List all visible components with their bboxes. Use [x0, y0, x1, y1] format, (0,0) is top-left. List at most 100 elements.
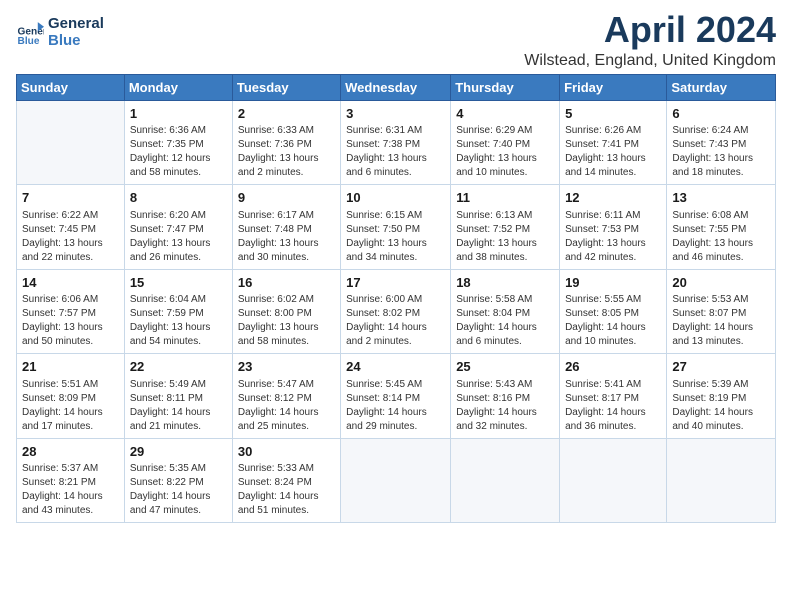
weekday-header-thursday: Thursday	[451, 74, 560, 100]
day-number: 4	[456, 105, 554, 123]
weekday-header-wednesday: Wednesday	[341, 74, 451, 100]
page: General Blue General Blue April 2024 Wil…	[0, 0, 792, 612]
day-number: 12	[565, 189, 661, 207]
calendar-cell	[17, 100, 125, 185]
calendar-cell: 23 Sunrise: 5:47 AMSunset: 8:12 PMDayligh…	[232, 354, 340, 439]
day-info: Sunrise: 6:08 AMSunset: 7:55 PMDaylight:…	[672, 209, 770, 265]
day-number: 20	[672, 274, 770, 292]
weekday-header-row: SundayMondayTuesdayWednesdayThursdayFrid…	[17, 74, 776, 100]
day-number: 13	[672, 189, 770, 207]
day-info: Sunrise: 5:37 AMSunset: 8:21 PMDaylight:…	[22, 462, 119, 518]
calendar-cell: 24Sunrise: 5:45 AMSunset: 8:14 PMDayligh…	[341, 354, 451, 439]
calendar-cell: 6Sunrise: 6:24 AMSunset: 7:43 PMDaylight…	[667, 100, 776, 185]
day-number: 6	[672, 105, 770, 123]
calendar-cell: 17Sunrise: 6:00 AMSunset: 8:02 PMDayligh…	[341, 269, 451, 354]
day-info: Sunrise: 5:51 AMSunset: 8:09 PMDaylight:…	[22, 378, 119, 434]
calendar-cell: 1Sunrise: 6:36 AMSunset: 7:35 PMDaylight…	[124, 100, 232, 185]
calendar-cell: 8Sunrise: 6:20 AMSunset: 7:47 PMDaylight…	[124, 185, 232, 270]
calendar-cell: 12 Sunrise: 6:11 AMSunset: 7:53 PMDayligh…	[560, 185, 667, 270]
day-info: Sunrise: 6:04 AMSunset: 7:59 PMDaylight:…	[130, 293, 227, 349]
day-info: Sunrise: 5:43 AMSunset: 8:16 PMDaylight:…	[456, 378, 554, 434]
day-number: 27	[672, 358, 770, 376]
day-number: 28	[22, 443, 119, 461]
location: Wilstead, England, United Kingdom	[524, 52, 776, 70]
day-number: 16	[238, 274, 335, 292]
week-row-1: 1Sunrise: 6:36 AMSunset: 7:35 PMDaylight…	[17, 100, 776, 185]
header: General Blue General Blue April 2024 Wil…	[16, 10, 776, 70]
day-number: 22	[130, 358, 227, 376]
svg-text:Blue: Blue	[18, 35, 40, 46]
day-info: Sunrise: 6:00 AMSunset: 8:02 PMDaylight:…	[346, 293, 445, 349]
day-info: Sunrise: 5:53 AMSunset: 8:07 PMDaylight:…	[672, 293, 770, 349]
calendar-cell: 11 Sunrise: 6:13 AMSunset: 7:52 PMDayligh…	[451, 185, 560, 270]
title-block: April 2024 Wilstead, England, United Kin…	[524, 10, 776, 70]
calendar-cell: 9Sunrise: 6:17 AMSunset: 7:48 PMDaylight…	[232, 185, 340, 270]
calendar-cell: 28Sunrise: 5:37 AMSunset: 8:21 PMDayligh…	[17, 438, 125, 523]
day-number: 1	[130, 105, 227, 123]
calendar-cell: 13 Sunrise: 6:08 AMSunset: 7:55 PMDayligh…	[667, 185, 776, 270]
calendar-cell: 14Sunrise: 6:06 AMSunset: 7:57 PMDayligh…	[17, 269, 125, 354]
calendar-cell: 3Sunrise: 6:31 AMSunset: 7:38 PMDaylight…	[341, 100, 451, 185]
day-info: Sunrise: 5:58 AMSunset: 8:04 PMDaylight:…	[456, 293, 554, 349]
day-number: 11	[456, 189, 554, 207]
day-info: Sunrise: 5:45 AMSunset: 8:14 PMDaylight:…	[346, 378, 445, 434]
day-info: Sunrise: 6:29 AMSunset: 7:40 PMDaylight:…	[456, 124, 554, 180]
weekday-header-monday: Monday	[124, 74, 232, 100]
day-info: Sunrise: 6:11 AMSunset: 7:53 PMDaylight:…	[565, 209, 661, 265]
day-info: Sunrise: 6:24 AMSunset: 7:43 PMDaylight:…	[672, 124, 770, 180]
day-info: Sunrise: 5:39 AMSunset: 8:19 PMDaylight:…	[672, 378, 770, 434]
calendar-cell: 2Sunrise: 6:33 AMSunset: 7:36 PMDaylight…	[232, 100, 340, 185]
day-info: Sunrise: 5:55 AMSunset: 8:05 PMDaylight:…	[565, 293, 661, 349]
week-row-3: 14Sunrise: 6:06 AMSunset: 7:57 PMDayligh…	[17, 269, 776, 354]
calendar-cell: 7Sunrise: 6:22 AMSunset: 7:45 PMDaylight…	[17, 185, 125, 270]
day-number: 2	[238, 105, 335, 123]
day-number: 18	[456, 274, 554, 292]
day-info: Sunrise: 6:02 AMSunset: 8:00 PMDaylight:…	[238, 293, 335, 349]
day-number: 14	[22, 274, 119, 292]
calendar-cell: 10 Sunrise: 6:15 AMSunset: 7:50 PMDayligh…	[341, 185, 451, 270]
day-number: 23	[238, 358, 335, 376]
calendar-cell: 27 Sunrise: 5:39 AMSunset: 8:19 PMDayligh…	[667, 354, 776, 439]
day-info: Sunrise: 6:33 AMSunset: 7:36 PMDaylight:…	[238, 124, 335, 180]
weekday-header-friday: Friday	[560, 74, 667, 100]
calendar-cell	[341, 438, 451, 523]
calendar-cell: 21Sunrise: 5:51 AMSunset: 8:09 PMDayligh…	[17, 354, 125, 439]
week-row-5: 28Sunrise: 5:37 AMSunset: 8:21 PMDayligh…	[17, 438, 776, 523]
calendar-cell: 16Sunrise: 6:02 AMSunset: 8:00 PMDayligh…	[232, 269, 340, 354]
day-number: 10	[346, 189, 445, 207]
calendar-cell: 20Sunrise: 5:53 AMSunset: 8:07 PMDayligh…	[667, 269, 776, 354]
calendar-cell: 30Sunrise: 5:33 AMSunset: 8:24 PMDayligh…	[232, 438, 340, 523]
day-number: 3	[346, 105, 445, 123]
logo-icon: General Blue	[16, 19, 44, 47]
calendar-cell	[667, 438, 776, 523]
day-number: 17	[346, 274, 445, 292]
day-number: 19	[565, 274, 661, 292]
calendar-cell: 22 Sunrise: 5:49 AMSunset: 8:11 PMDayligh…	[124, 354, 232, 439]
calendar-cell: 4Sunrise: 6:29 AMSunset: 7:40 PMDaylight…	[451, 100, 560, 185]
day-number: 25	[456, 358, 554, 376]
day-info: Sunrise: 6:36 AMSunset: 7:35 PMDaylight:…	[130, 124, 227, 180]
day-info: Sunrise: 6:20 AMSunset: 7:47 PMDaylight:…	[130, 209, 227, 265]
logo-text-blue: Blue	[48, 33, 104, 50]
day-info: Sunrise: 5:49 AMSunset: 8:11 PMDaylight:…	[130, 378, 227, 434]
day-number: 5	[565, 105, 661, 123]
day-number: 9	[238, 189, 335, 207]
weekday-header-sunday: Sunday	[17, 74, 125, 100]
day-info: Sunrise: 6:13 AMSunset: 7:52 PMDaylight:…	[456, 209, 554, 265]
week-row-4: 21Sunrise: 5:51 AMSunset: 8:09 PMDayligh…	[17, 354, 776, 439]
logo-text-general: General	[48, 16, 104, 33]
calendar-cell: 15Sunrise: 6:04 AMSunset: 7:59 PMDayligh…	[124, 269, 232, 354]
calendar-cell: 18Sunrise: 5:58 AMSunset: 8:04 PMDayligh…	[451, 269, 560, 354]
day-number: 26	[565, 358, 661, 376]
month-title: April 2024	[524, 10, 776, 50]
weekday-header-tuesday: Tuesday	[232, 74, 340, 100]
day-info: Sunrise: 6:15 AMSunset: 7:50 PMDaylight:…	[346, 209, 445, 265]
day-number: 30	[238, 443, 335, 461]
calendar-cell: 26 Sunrise: 5:41 AMSunset: 8:17 PMDayligh…	[560, 354, 667, 439]
day-info: Sunrise: 6:06 AMSunset: 7:57 PMDaylight:…	[22, 293, 119, 349]
day-info: Sunrise: 5:47 AMSunset: 8:12 PMDaylight:…	[238, 378, 335, 434]
day-info: Sunrise: 6:22 AMSunset: 7:45 PMDaylight:…	[22, 209, 119, 265]
calendar-cell	[560, 438, 667, 523]
day-info: Sunrise: 5:41 AMSunset: 8:17 PMDaylight:…	[565, 378, 661, 434]
day-info: Sunrise: 5:33 AMSunset: 8:24 PMDaylight:…	[238, 462, 335, 518]
